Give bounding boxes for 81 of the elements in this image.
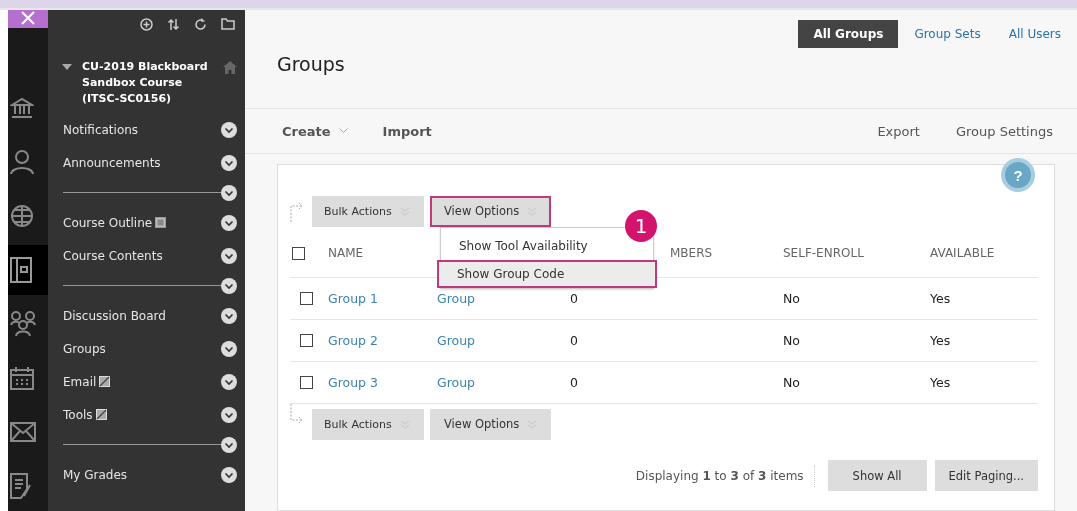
chevron-icon[interactable] — [221, 184, 237, 201]
action-link[interactable]: Create — [282, 123, 331, 139]
course-menu-link[interactable]: Course Contents — [63, 248, 163, 263]
course-title[interactable]: CU-2019 Blackboard Sandbox Course (ITSC-SC0156) — [82, 59, 213, 107]
action-link[interactable]: Export — [877, 123, 920, 139]
course-menu-link[interactable]: Course Outline — [63, 215, 153, 230]
chevron-icon[interactable] — [221, 436, 237, 453]
add-icon[interactable] — [140, 18, 153, 31]
tab[interactable]: Group Sets — [902, 20, 993, 48]
elbow-arrow-icon — [290, 404, 304, 426]
tab[interactable]: All Groups — [798, 20, 899, 48]
chevron-icon[interactable] — [221, 247, 237, 264]
group-link[interactable]: Group 2 — [328, 333, 437, 348]
close-button[interactable] — [8, 8, 48, 28]
select-all-checkbox[interactable] — [292, 246, 305, 260]
paging-button[interactable]: Show All — [827, 460, 927, 491]
table-cell-text: No — [783, 375, 801, 390]
row-checkbox[interactable] — [300, 292, 313, 305]
calendar-icon — [10, 366, 34, 390]
course-menu-link[interactable]: Groups — [63, 341, 106, 356]
chevron-icon[interactable] — [221, 214, 237, 231]
people-icon — [10, 311, 36, 337]
grades-icon — [10, 473, 32, 499]
paging-summary: Displaying 1 to 3 of 3 items — [635, 468, 804, 483]
chevron-icon[interactable] — [221, 154, 237, 171]
table-cell-text: Yes — [930, 291, 952, 306]
chevron-icon[interactable] — [221, 373, 237, 390]
column-header: MBERS — [670, 246, 714, 260]
action-link[interactable]: Group Settings — [955, 123, 1053, 139]
dropdown-button[interactable]: View Options — [430, 195, 552, 227]
refresh-icon[interactable] — [194, 18, 207, 31]
course-menu-link[interactable]: Discussion Board — [63, 308, 166, 323]
menu-item[interactable]: Show Group Code — [437, 260, 657, 288]
table-cell-text: 0 — [570, 333, 579, 348]
close-icon — [20, 10, 36, 26]
tab[interactable]: All Users — [996, 20, 1073, 48]
chevron-icon[interactable] — [221, 307, 237, 324]
course-menu-link[interactable]: Tools — [63, 407, 93, 422]
table-cell-text: No — [783, 291, 801, 306]
row-checkbox[interactable] — [300, 334, 313, 347]
group-link[interactable]: Group 1 — [328, 291, 437, 306]
dropdown-button[interactable]: Bulk Actions — [312, 195, 424, 227]
folder-icon[interactable] — [221, 18, 235, 30]
table-cell-text: 0 — [570, 291, 579, 306]
course-icon — [10, 257, 32, 283]
action-link[interactable]: Import — [382, 123, 432, 139]
paging-button[interactable]: Edit Paging... — [934, 460, 1038, 491]
menu-item[interactable]: Show Tool Availability — [441, 232, 606, 260]
table-cell-text: Yes — [930, 375, 952, 390]
elbow-arrow-icon — [290, 200, 304, 222]
bank-icon — [10, 96, 34, 120]
globe-icon — [10, 204, 34, 228]
chevron-icon[interactable] — [221, 406, 237, 423]
dropdown-button[interactable]: Bulk Actions — [312, 408, 424, 440]
course-menu-link[interactable]: Notifications — [63, 122, 139, 137]
group-set-link[interactable]: Group — [437, 375, 570, 390]
column-header: AVAILABLE — [930, 246, 996, 260]
step-badge: 1 — [625, 210, 657, 242]
course-menu-link[interactable]: My Grades — [63, 467, 128, 482]
mail-icon — [10, 422, 36, 442]
dropdown-button[interactable]: View Options — [430, 408, 552, 440]
chevron-icon[interactable] — [221, 277, 237, 294]
column-header: SELF-ENROLL — [783, 246, 865, 260]
column-header: NAME — [328, 246, 365, 260]
group-set-link[interactable]: Group — [437, 333, 570, 348]
row-checkbox[interactable] — [300, 376, 313, 389]
person-icon — [10, 149, 34, 175]
page-title: Groups — [277, 53, 345, 75]
group-link[interactable]: Group 3 — [328, 375, 437, 390]
nav-rail-item[interactable] — [8, 245, 48, 295]
chevron-icon[interactable] — [221, 466, 237, 483]
course-menu-link[interactable]: Announcements — [63, 155, 161, 170]
caret-icon[interactable] — [62, 63, 72, 71]
table-cell-text: Yes — [930, 333, 952, 348]
chevron-icon[interactable] — [221, 121, 237, 138]
chevron-icon[interactable] — [221, 340, 237, 357]
course-menu-link[interactable]: Email — [63, 374, 97, 389]
table-cell-text: 0 — [570, 375, 579, 390]
sort-icon[interactable] — [167, 18, 180, 31]
table-cell-text: No — [783, 333, 801, 348]
group-set-link[interactable]: Group — [437, 291, 570, 306]
